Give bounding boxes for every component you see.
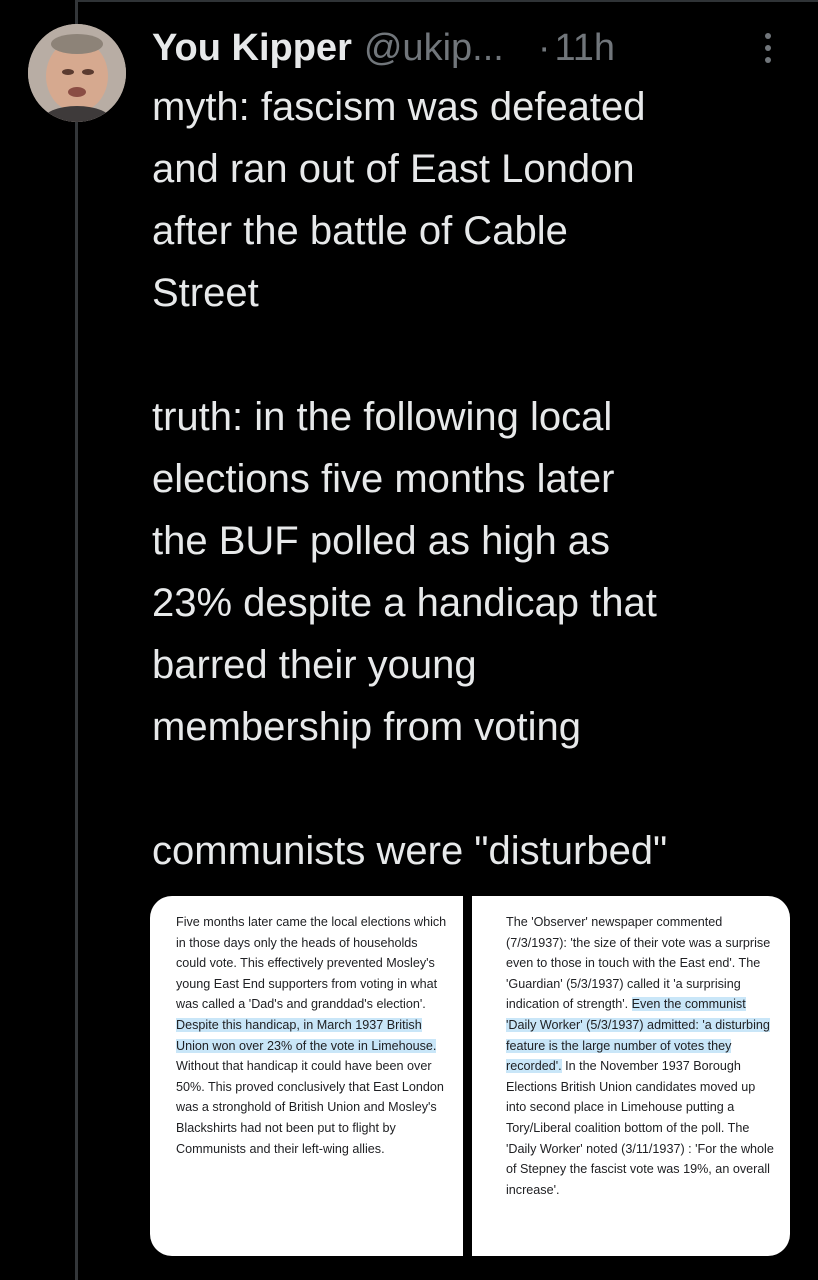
avatar[interactable] <box>28 24 126 122</box>
top-divider <box>75 0 818 2</box>
highlighted-text: Despite this handicap, in March 1937 Bri… <box>176 1017 437 1053</box>
thread-line <box>75 0 78 1280</box>
tweet-timestamp[interactable]: 11h <box>554 27 615 70</box>
book-excerpt: The 'Observer' newspaper commented (7/3/… <box>506 912 774 1200</box>
separator-dot: · <box>537 26 551 69</box>
author-handle[interactable]: @ukip... <box>364 27 504 70</box>
excerpt-text: Without that handicap it could have been… <box>176 1059 444 1156</box>
attached-image-left[interactable]: Five months later came the local electio… <box>150 896 463 1256</box>
excerpt-text: Five months later came the local electio… <box>176 915 447 1012</box>
more-options-icon[interactable] <box>758 30 778 66</box>
book-excerpt: Five months later came the local electio… <box>176 912 449 1159</box>
tweet-text: myth: fascism was defeated and ran out o… <box>152 85 668 873</box>
excerpt-text: In the November 1937 Borough Elections B… <box>506 1059 774 1197</box>
author-name[interactable]: You Kipper <box>152 27 352 70</box>
avatar-image <box>28 24 126 122</box>
tweet-header: You Kipper @ukip... · 11h <box>152 22 792 74</box>
attached-image-right[interactable]: The 'Observer' newspaper commented (7/3/… <box>472 896 790 1256</box>
